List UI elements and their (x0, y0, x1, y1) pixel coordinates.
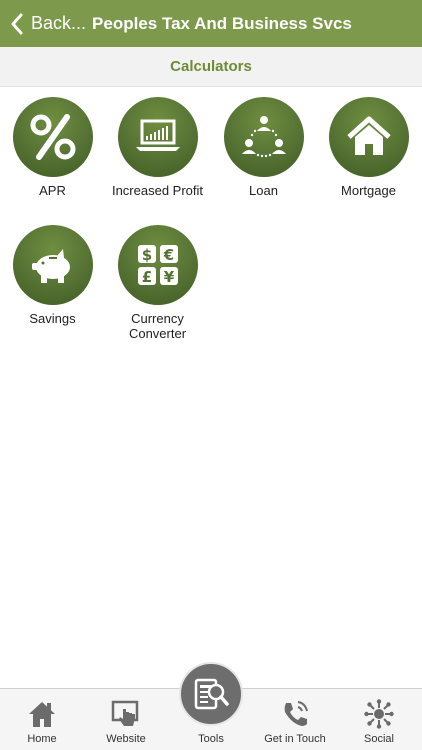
phone-icon (284, 701, 308, 726)
page-title: Peoples Tax And Business Svcs (92, 13, 352, 33)
back-button[interactable]: Back... (0, 0, 86, 47)
tab-website[interactable]: Website (84, 689, 168, 750)
calculator-apr[interactable]: APR (0, 97, 105, 198)
svg-text:¥: ¥ (163, 268, 174, 286)
tab-get-in-touch[interactable]: Get in Touch (253, 689, 337, 750)
calculator-label: Loan (249, 183, 278, 198)
calculator-label: APR (39, 183, 66, 198)
section-title: Calculators (170, 58, 252, 75)
piggy-bank-icon (31, 249, 70, 283)
tab-label: Website (106, 733, 146, 745)
cursor-hand-icon (111, 700, 139, 726)
people-network-icon (241, 116, 286, 158)
back-label: Back... (31, 13, 87, 33)
svg-text:£: £ (141, 268, 151, 286)
home-icon (29, 702, 55, 727)
tab-label: Social (364, 733, 394, 745)
calculator-label: Increased Profit (111, 183, 204, 198)
tools-icon (194, 678, 229, 710)
chevron-left-icon (11, 13, 23, 34)
tab-label: Tools (198, 733, 224, 745)
section-header: Calculators (0, 47, 422, 87)
calculator-mortgage[interactable]: Mortgage (316, 97, 421, 198)
tools-button[interactable] (179, 662, 243, 726)
house-icon (346, 116, 391, 155)
laptop-chart-icon (135, 119, 180, 151)
calculator-currency-converter[interactable]: $ € £ ¥ Currency Converter (105, 225, 210, 341)
tab-label: Get in Touch (264, 733, 326, 745)
calculator-label: Currency Converter (128, 311, 187, 341)
tab-home[interactable]: Home (0, 689, 84, 750)
percent-icon (30, 114, 75, 160)
calculator-label: Savings (29, 311, 76, 326)
social-network-icon (364, 699, 394, 729)
currency-icon: $ € £ ¥ (137, 245, 178, 286)
calculator-label: Mortgage (341, 183, 396, 198)
calculator-loan[interactable]: Loan (211, 97, 316, 198)
tab-label: Home (27, 733, 57, 745)
calculator-increased-profit[interactable]: Increased Profit (105, 97, 210, 198)
calculator-savings[interactable]: Savings (0, 225, 105, 326)
svg-text:$: $ (141, 246, 151, 264)
top-navigation-bar: Back... Peoples Tax And Business Svcs (0, 0, 422, 47)
svg-text:€: € (162, 246, 173, 264)
tab-social[interactable]: Social (337, 689, 421, 750)
